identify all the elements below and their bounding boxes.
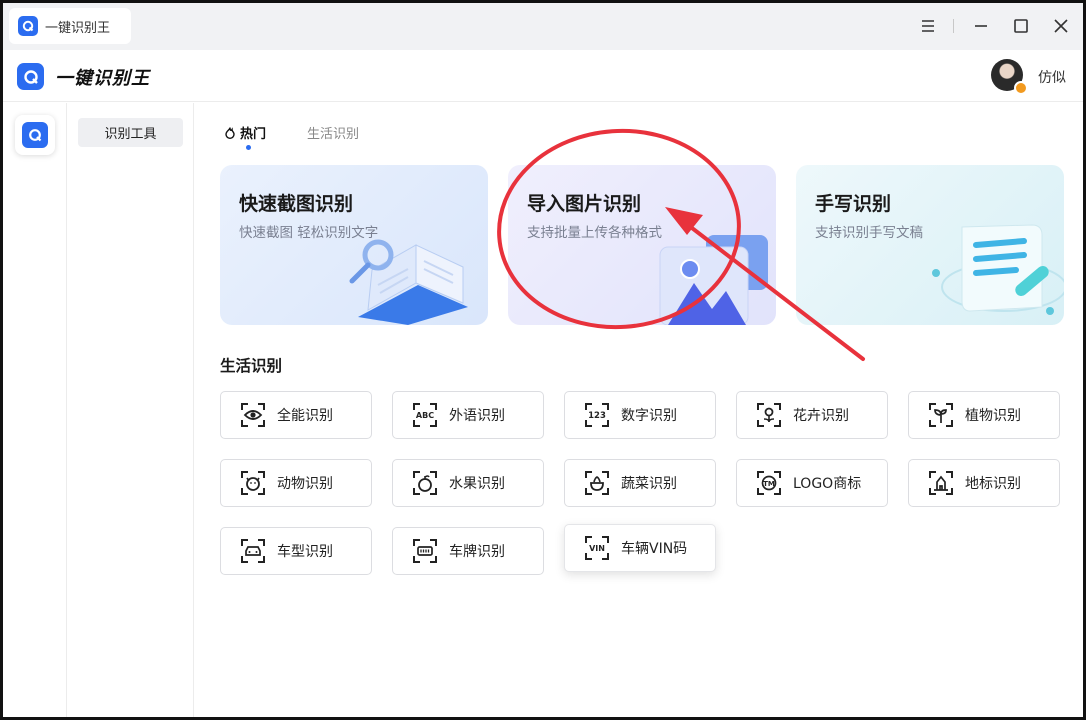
svg-text:123: 123 — [588, 411, 606, 421]
image-stack-illustration — [659, 235, 768, 325]
landmark-scan-icon — [927, 469, 955, 497]
tool-plant[interactable]: 植物识别 — [908, 391, 1060, 439]
tool-number[interactable]: 123 数字识别 — [564, 391, 716, 439]
tool-label: 地标识别 — [965, 476, 1021, 492]
card-import-image-ocr[interactable]: 导入图片识别 支持批量上传各种格式 — [508, 165, 776, 325]
card-title: 手写识别 — [815, 193, 892, 215]
tool-label: LOGO商标 — [793, 476, 862, 492]
tab-life[interactable]: 生活识别 — [307, 123, 359, 142]
tool-vegetable[interactable]: 蔬菜识别 — [564, 459, 716, 507]
tm-scan-icon: TM — [755, 469, 783, 497]
tool-flower[interactable]: 花卉识别 — [736, 391, 888, 439]
tool-label: 水果识别 — [449, 476, 505, 492]
tool-fruit[interactable]: 水果识别 — [392, 459, 544, 507]
tool-logo-trademark[interactable]: TM LOGO商标 — [736, 459, 888, 507]
tool-license-plate[interactable]: 车牌识别 — [392, 527, 544, 575]
card-subtitle: 支持识别手写文稿 — [815, 225, 923, 241]
username[interactable]: 仿似 — [1038, 67, 1066, 87]
fruit-scan-icon — [411, 469, 439, 497]
menu-icon[interactable] — [915, 13, 941, 39]
license-plate-scan-icon — [411, 537, 439, 565]
card-title: 快速截图识别 — [239, 193, 354, 215]
app-header: 一键识别王 仿似 — [3, 50, 1083, 102]
tab-hot-label: 热门 — [240, 127, 267, 142]
card-handwriting-ocr[interactable]: 手写识别 支持识别手写文稿 — [796, 165, 1064, 325]
card-screenshot-ocr[interactable]: 快速截图识别 快速截图 轻松识别文字 — [220, 165, 488, 325]
brand-logo-icon — [17, 63, 44, 90]
window-tab[interactable]: 一键识别王 — [9, 8, 131, 44]
close-icon[interactable] — [1048, 13, 1074, 39]
number-scan-icon: 123 — [583, 401, 611, 429]
vegetable-scan-icon — [583, 469, 611, 497]
tool-label: 动物识别 — [277, 476, 333, 492]
minimize-icon[interactable] — [968, 13, 994, 39]
tool-label: 全能识别 — [277, 408, 333, 424]
tool-label: 车辆VIN码 — [621, 541, 688, 557]
vip-badge-icon — [1014, 81, 1028, 95]
tool-label: 花卉识别 — [793, 408, 849, 424]
tool-all-purpose[interactable]: 全能识别 — [220, 391, 372, 439]
svg-text:VIN: VIN — [589, 544, 605, 553]
tool-car-model[interactable]: 车型识别 — [220, 527, 372, 575]
brand-title: 一键识别王 — [55, 68, 150, 89]
plant-scan-icon — [927, 401, 955, 429]
scroll-pen-illustration — [932, 224, 1064, 315]
tool-label: 车牌识别 — [449, 544, 505, 560]
tool-vehicle-vin[interactable]: VIN 车辆VIN码 — [564, 524, 716, 572]
tool-label: 植物识别 — [965, 408, 1021, 424]
title-divider — [953, 19, 954, 33]
svg-text:TM: TM — [763, 480, 775, 488]
app-logo-icon — [18, 16, 38, 36]
flame-icon — [225, 127, 235, 139]
tab-hot[interactable]: 热门 — [224, 123, 266, 142]
maximize-icon[interactable] — [1008, 13, 1034, 39]
tab-active-indicator — [246, 145, 251, 150]
window-tab-title: 一键识别王 — [45, 20, 111, 36]
animal-scan-icon — [239, 469, 267, 497]
flower-scan-icon — [755, 401, 783, 429]
tool-foreign-language[interactable]: ABC 外语识别 — [392, 391, 544, 439]
tool-label: 蔬菜识别 — [621, 476, 677, 492]
tool-animal[interactable]: 动物识别 — [220, 459, 372, 507]
svg-text:ABC: ABC — [416, 411, 434, 420]
rail-app-icon[interactable] — [15, 115, 55, 155]
section-title: 生活识别 — [220, 357, 283, 375]
car-scan-icon — [239, 537, 267, 565]
tool-landmark[interactable]: 地标识别 — [908, 459, 1060, 507]
book-magnifier-illustration — [349, 239, 468, 325]
app-rail — [3, 103, 67, 717]
sidebar: 识别工具 — [67, 103, 194, 717]
vin-scan-icon: VIN — [583, 534, 611, 562]
sidebar-item-tools[interactable]: 识别工具 — [78, 118, 183, 147]
card-title: 导入图片识别 — [527, 193, 642, 215]
app-window: 一键识别王 一键识别王 仿似 识别工具 热门 生活识别 快速截图识别 快速截图 … — [0, 0, 1086, 720]
card-subtitle: 支持批量上传各种格式 — [527, 225, 662, 241]
eye-scan-icon — [239, 401, 267, 429]
tool-label: 数字识别 — [621, 408, 677, 424]
tool-label: 车型识别 — [277, 544, 333, 560]
title-bar: 一键识别王 — [3, 3, 1083, 50]
tool-label: 外语识别 — [449, 408, 505, 424]
rail-logo-icon — [22, 122, 48, 148]
abc-scan-icon: ABC — [411, 401, 439, 429]
